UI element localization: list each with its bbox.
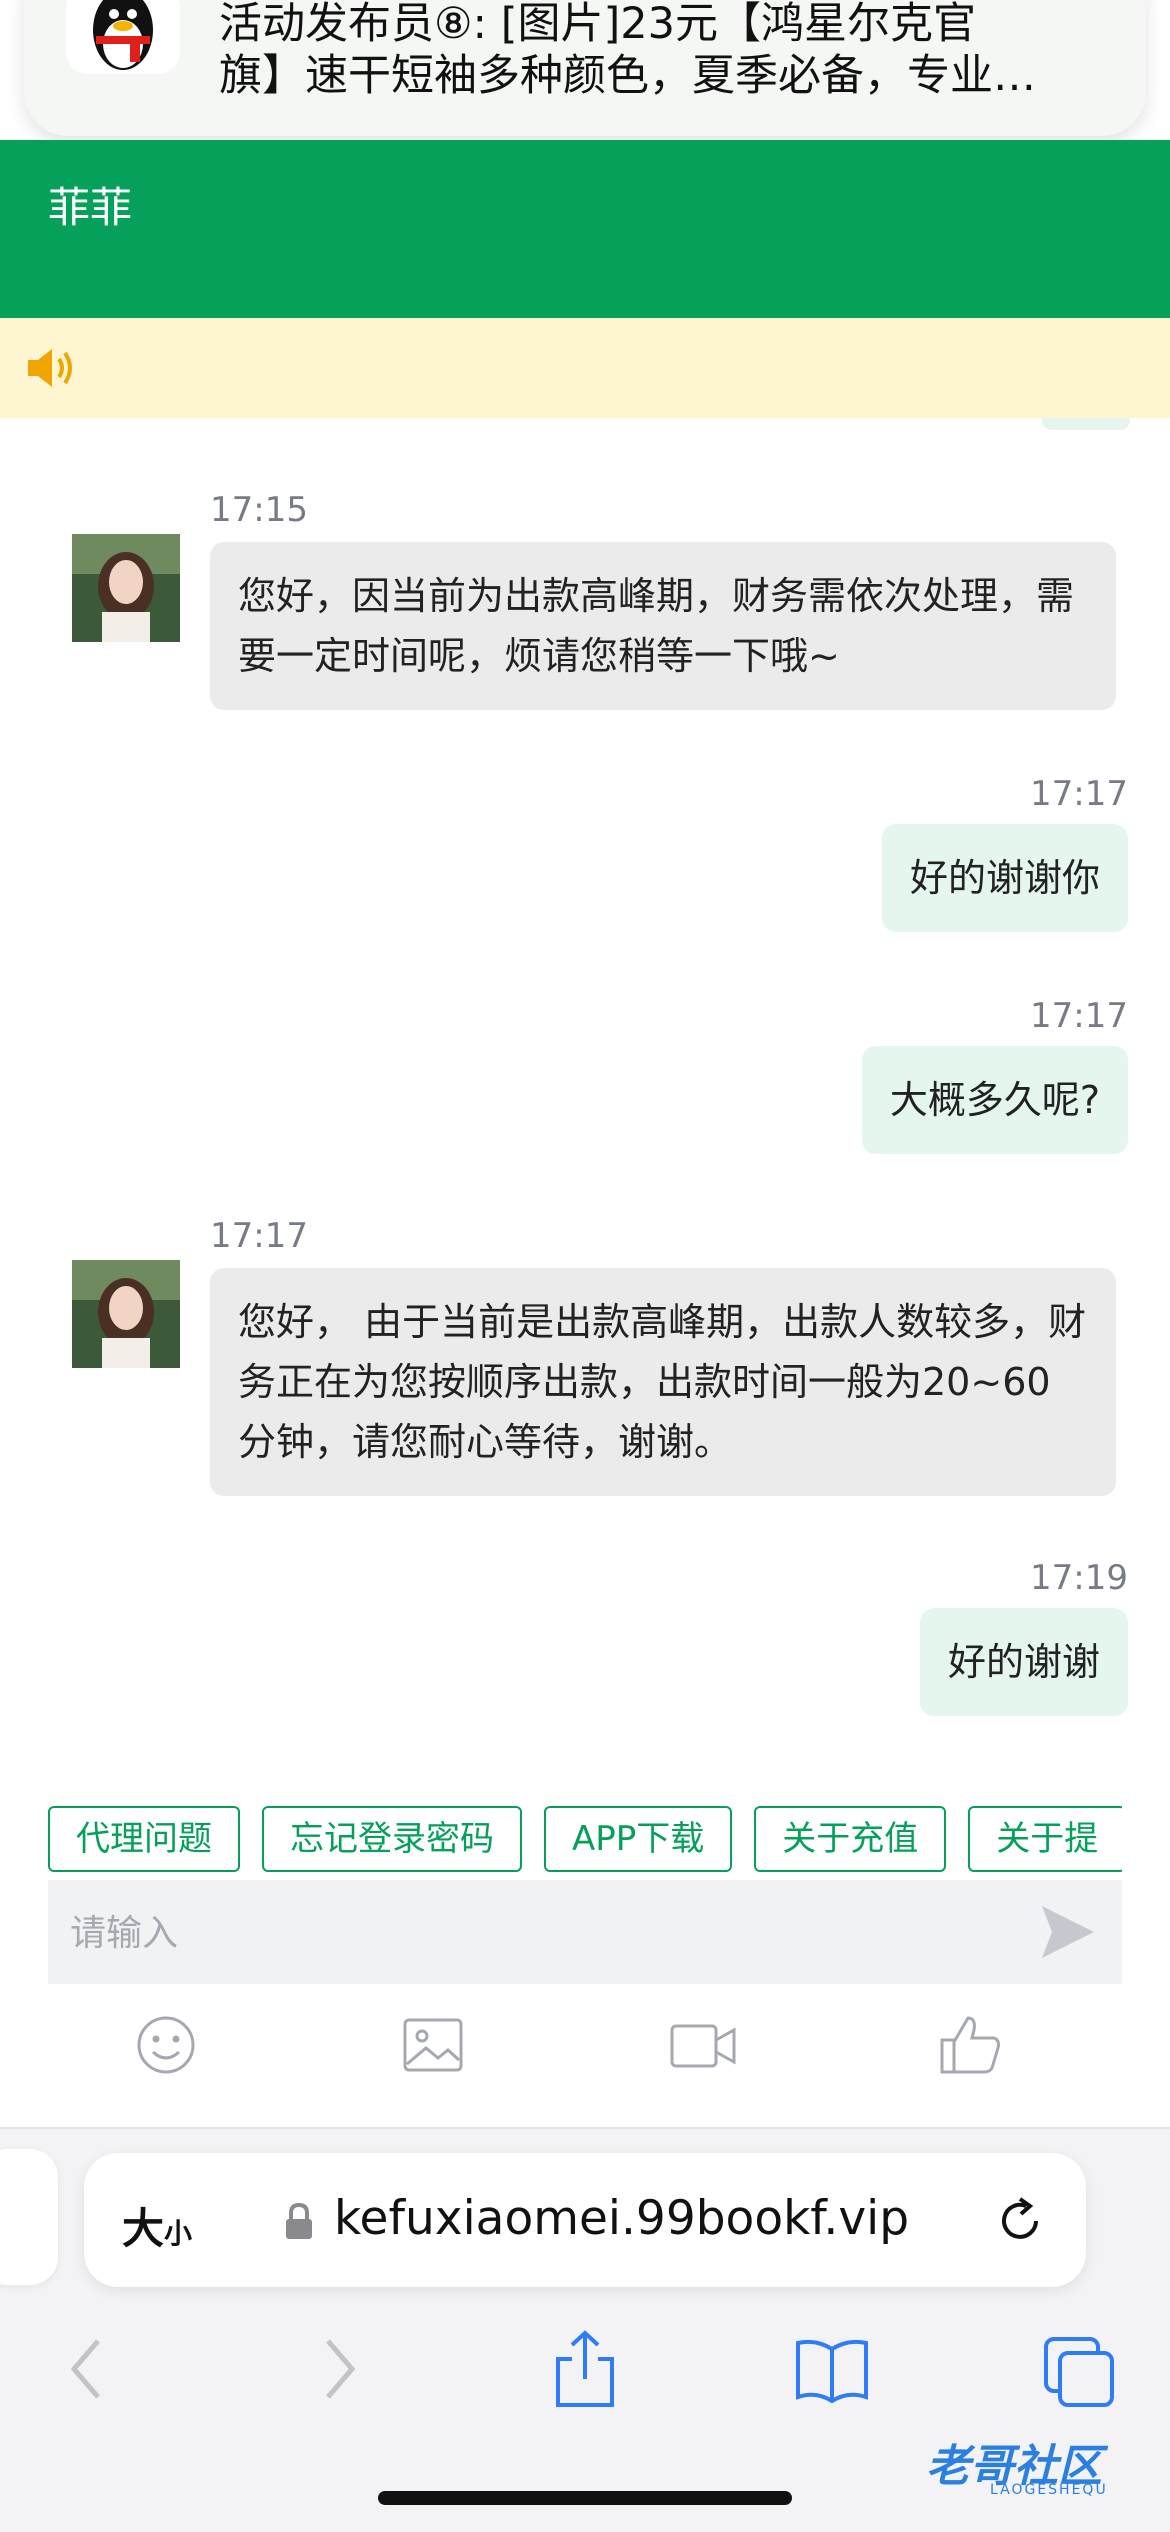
agent-avatar: [72, 1260, 180, 1368]
message-time: 17:15: [210, 490, 308, 530]
back-icon[interactable]: [62, 2329, 112, 2413]
lock-icon: [284, 2202, 314, 2245]
quick-tag-app-download[interactable]: APP下载: [544, 1806, 733, 1872]
watermark-subtext: LAOGESHEQU: [990, 2482, 1108, 2498]
quick-tag-recharge[interactable]: 关于充值: [754, 1806, 947, 1872]
thumbs-up-icon[interactable]: [936, 2010, 1006, 2080]
reload-icon[interactable]: [992, 2193, 1048, 2253]
quick-reply-tags[interactable]: 代理问题 忘记登录密码 APP下载 关于充值 关于提: [48, 1806, 1122, 1872]
bookmarks-icon[interactable]: [792, 2329, 872, 2413]
video-icon[interactable]: [668, 2010, 738, 2080]
message-time: 17:17: [210, 1216, 308, 1256]
chat-header: 菲菲: [0, 140, 1170, 318]
chat-toolbar: [0, 2010, 1170, 2090]
agent-message: 您好，因当前为出款高峰期，财务需依次处理，需要一定时间呢，烦请您稍等一下哦~: [210, 542, 1116, 710]
push-notification[interactable]: 活动发布员⑧: [图片]23元【鸿星尔克官 旗】速干短袖多种颜色，夏季必备，专业…: [24, 0, 1146, 136]
quick-tag-agent-issue[interactable]: 代理问题: [48, 1806, 240, 1872]
emoji-icon[interactable]: [131, 2010, 201, 2080]
message-time: 17:17: [1030, 996, 1128, 1036]
user-message: 好的谢谢: [919, 1608, 1128, 1716]
user-message: 大概多久呢?: [861, 1046, 1128, 1154]
url-text[interactable]: kefuxiaomei.99bookf.vip: [334, 2191, 909, 2246]
previous-tab-card[interactable]: [0, 2149, 58, 2285]
aa-large-label: 大: [122, 2204, 165, 2253]
browser-toolbar: [0, 2329, 1170, 2419]
message-time: 17:19: [1030, 1558, 1128, 1598]
agent-message: 您好， 由于当前是出款高峰期，出款人数较多，财务正在为您按顺序出款，出款时间一般…: [210, 1268, 1116, 1496]
notification-line-1: 活动发布员⑧: [图片]23元【鸿星尔克官: [219, 0, 976, 49]
forward-icon[interactable]: [314, 2329, 364, 2413]
notification-text: 活动发布员⑧: [图片]23元【鸿星尔克官 旗】速干短袖多种颜色，夏季必备，专业…: [219, 0, 1119, 102]
home-indicator[interactable]: [378, 2491, 792, 2505]
speaker-icon: [26, 346, 80, 394]
notification-line-2: 旗】速干短袖多种颜色，夏季必备，专业…: [219, 51, 1036, 101]
quick-tag-forgot-password[interactable]: 忘记登录密码: [262, 1806, 522, 1872]
user-message: 好的谢谢你: [881, 824, 1128, 932]
previous-message-bubble: [1042, 418, 1130, 430]
message-time: 17:17: [1030, 774, 1128, 814]
share-icon[interactable]: [550, 2329, 620, 2413]
tabs-icon[interactable]: [1040, 2329, 1120, 2413]
aa-small-label: 小: [164, 2217, 193, 2250]
image-icon[interactable]: [398, 2010, 468, 2080]
send-icon[interactable]: [1038, 1902, 1098, 1962]
quick-tag-withdraw[interactable]: 关于提: [968, 1806, 1122, 1872]
reader-settings-button[interactable]: 大小: [122, 2195, 192, 2256]
agent-avatar: [72, 534, 180, 642]
agent-name: 菲菲: [48, 183, 133, 232]
message-list[interactable]: 17:15 您好，因当前为出款高峰期，财务需依次处理，需要一定时间呢，烦请您稍等…: [0, 418, 1170, 1778]
qq-penguin-icon: [66, 0, 180, 74]
message-input-bar: [48, 1880, 1122, 1986]
address-bar[interactable]: 大小 kefuxiaomei.99bookf.vip: [84, 2153, 1086, 2287]
announcement-bar[interactable]: [0, 318, 1170, 418]
message-input[interactable]: [68, 1880, 1022, 1986]
